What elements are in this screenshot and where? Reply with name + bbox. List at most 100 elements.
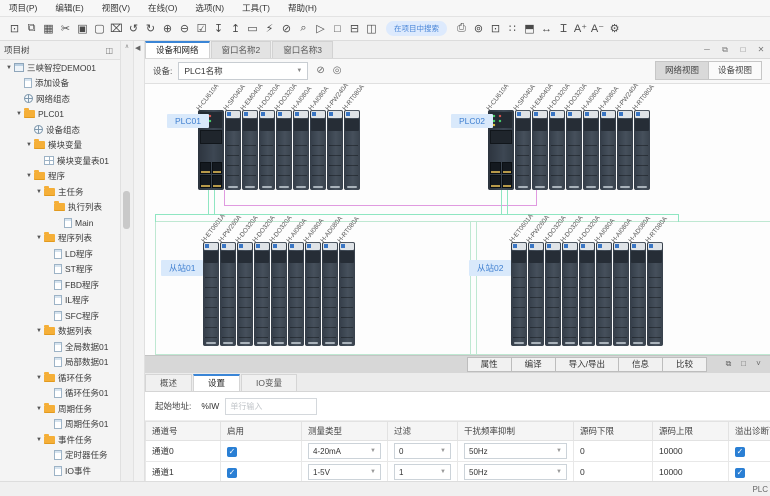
tree-item-定时器任务[interactable]: 定时器任务 xyxy=(0,448,120,464)
cell-enabled[interactable]: ✓ xyxy=(221,462,302,481)
zoom-out-icon[interactable]: ⊖ xyxy=(176,22,193,35)
cell-diag_low[interactable]: ✓ xyxy=(729,462,770,481)
checkbox-checked[interactable]: ✓ xyxy=(735,447,745,457)
view-btn-设备视图[interactable]: 设备视图 xyxy=(709,61,762,80)
tree-item-周期任务01[interactable]: 周期任务01 xyxy=(0,417,120,433)
tab-窗口名称3[interactable]: 窗口名称3 xyxy=(272,41,333,58)
expand-arrow-icon[interactable]: ▼ xyxy=(14,111,24,117)
disconnect-icon[interactable]: ⊘ xyxy=(278,22,295,35)
module-H-DO320A[interactable] xyxy=(566,110,582,190)
module-H-PW240A[interactable] xyxy=(617,110,633,190)
tree-item-LD程序[interactable]: LD程序 xyxy=(0,246,120,262)
tree-item-循环任务01[interactable]: 循环任务01 xyxy=(0,386,120,402)
expand-arrow-icon[interactable]: ▼ xyxy=(34,406,44,412)
select-filter[interactable]: 1▼ xyxy=(394,464,451,480)
menu-编辑(E)[interactable]: 编辑(E) xyxy=(46,2,92,14)
module-H-ET0601A[interactable] xyxy=(203,242,219,346)
tree-item-事件任务[interactable]: ▼事件任务 xyxy=(0,432,120,448)
tab-窗口名称2[interactable]: 窗口名称2 xyxy=(211,41,272,58)
expand-arrow-icon[interactable]: ▼ xyxy=(34,437,44,443)
select-type[interactable]: 1-5V▼ xyxy=(308,464,381,480)
action-btn-比较[interactable]: 比较 xyxy=(662,357,707,372)
cell-suppress[interactable]: 50Hz▼ xyxy=(458,462,574,481)
tree-item-主任务[interactable]: ▼主任务 xyxy=(0,184,120,200)
menu-视图(V)[interactable]: 视图(V) xyxy=(93,2,139,14)
module-H-PW260A[interactable] xyxy=(528,242,544,346)
upload-icon[interactable]: ↥ xyxy=(227,22,244,35)
save-icon[interactable]: ▦ xyxy=(40,22,57,35)
module-H-AI080A[interactable] xyxy=(288,242,304,346)
expand-arrow-icon[interactable]: ▼ xyxy=(24,173,34,179)
cell-filter[interactable]: 1▼ xyxy=(388,462,458,481)
close-icon[interactable]: ✕ xyxy=(752,45,770,54)
tree-item-网络组态[interactable]: 网络组态 xyxy=(0,91,120,107)
module-H-DO320A[interactable] xyxy=(579,242,595,346)
new-project-icon[interactable]: ⊡ xyxy=(6,22,23,35)
project-search-box[interactable]: 在项目中搜索 xyxy=(386,21,447,36)
tree-item-IL程序[interactable]: IL程序 xyxy=(0,293,120,309)
tree-scrollbar[interactable]: ∧ xyxy=(121,41,134,481)
module-H-DO320A[interactable] xyxy=(271,242,287,346)
checklist-icon[interactable]: ☑ xyxy=(193,22,210,35)
module-H-SP040A[interactable] xyxy=(225,110,241,190)
tree-item-FBD程序[interactable]: FBD程序 xyxy=(0,277,120,293)
tab-设备和网络[interactable]: 设备和网络 xyxy=(145,41,210,58)
cell-filter[interactable]: 0▼ xyxy=(388,441,458,462)
module-H-RT080A[interactable] xyxy=(339,242,355,346)
menu-帮助(H)[interactable]: 帮助(H) xyxy=(279,2,326,14)
module-H-RT080A[interactable] xyxy=(634,110,650,190)
target-circle-icon[interactable]: ◎ xyxy=(333,65,342,76)
undo-icon[interactable]: ↺ xyxy=(125,22,142,35)
expand-arrow-icon[interactable]: ▼ xyxy=(34,375,44,381)
zoom-in-icon[interactable]: ⊕ xyxy=(159,22,176,35)
tab-概述[interactable]: 概述 xyxy=(145,374,192,391)
tree-item-IO事件[interactable]: IO事件 xyxy=(0,463,120,479)
tree-item-局部数据01[interactable]: 局部数据01 xyxy=(0,355,120,371)
font-increase-icon[interactable]: A⁺ xyxy=(572,22,589,35)
paste-icon[interactable]: ▢ xyxy=(91,22,108,35)
check-circle-icon[interactable]: ⊚ xyxy=(470,22,487,35)
run-icon[interactable]: ▷ xyxy=(312,22,329,35)
tree-item-程序列表[interactable]: ▼程序列表 xyxy=(0,231,120,247)
tree-item-Main[interactable]: Main xyxy=(0,215,120,231)
module-H-AI080A[interactable] xyxy=(583,110,599,190)
rack-badge-PLC02[interactable]: PLC02 xyxy=(451,114,493,128)
tab-设置[interactable]: 设置 xyxy=(193,374,240,391)
tree-item-PLC01[interactable]: ▼PLC01 xyxy=(0,107,120,123)
tree-item-设备组态[interactable]: 设备组态 xyxy=(0,122,120,138)
select-suppress[interactable]: 50Hz▼ xyxy=(464,443,567,459)
module-H-DO320A[interactable] xyxy=(237,242,253,346)
action-btn-导入/导出[interactable]: 导入/导出 xyxy=(555,357,619,372)
copy-icon[interactable]: ▣ xyxy=(74,22,91,35)
rack-badge-从站01[interactable]: 从站01 xyxy=(161,260,203,276)
select-suppress[interactable]: 50Hz▼ xyxy=(464,464,567,480)
tree-item-添加设备[interactable]: 添加设备 xyxy=(0,76,120,92)
cell-type[interactable]: 4-20mA▼ xyxy=(302,441,388,462)
checkbox-checked[interactable]: ✓ xyxy=(227,468,237,478)
tab-IO变量[interactable]: IO变量 xyxy=(241,374,297,391)
font-decrease-icon[interactable]: A⁻ xyxy=(589,22,606,35)
rack-badge-PLC01[interactable]: PLC01 xyxy=(167,114,209,128)
tree-item-周期任务[interactable]: ▼周期任务 xyxy=(0,401,120,417)
restore-panel-icon[interactable]: ⧉ xyxy=(721,359,736,369)
module-H-AI080A[interactable] xyxy=(293,110,309,190)
cell-enabled[interactable]: ✓ xyxy=(221,441,302,462)
stop-icon[interactable]: □ xyxy=(329,23,346,35)
expand-arrow-icon[interactable]: ▼ xyxy=(4,65,14,71)
split-h-icon[interactable]: ⊟ xyxy=(346,22,363,35)
collapse-panel-icon[interactable]: ˅ xyxy=(751,359,766,369)
maximize-panel-icon[interactable]: □ xyxy=(736,359,751,369)
checkbox-checked[interactable]: ✓ xyxy=(227,447,237,457)
split-v-icon[interactable]: ◫ xyxy=(363,22,380,35)
module-H-AI080A[interactable] xyxy=(305,242,321,346)
module-H-AI080A[interactable] xyxy=(600,110,616,190)
cell-suppress[interactable]: 50Hz▼ xyxy=(458,441,574,462)
tree-item-模块变量[interactable]: ▼模块变量 xyxy=(0,138,120,154)
module-H-EM040A[interactable] xyxy=(242,110,258,190)
select-filter[interactable]: 0▼ xyxy=(394,443,451,459)
module-H-DO320A[interactable] xyxy=(276,110,292,190)
image-box-icon[interactable]: ⬒ xyxy=(521,22,538,35)
restore-icon[interactable]: ⧉ xyxy=(716,45,734,55)
menu-项目(P)[interactable]: 项目(P) xyxy=(0,2,46,14)
device-select[interactable]: PLC1名称 ▼ xyxy=(178,62,308,80)
